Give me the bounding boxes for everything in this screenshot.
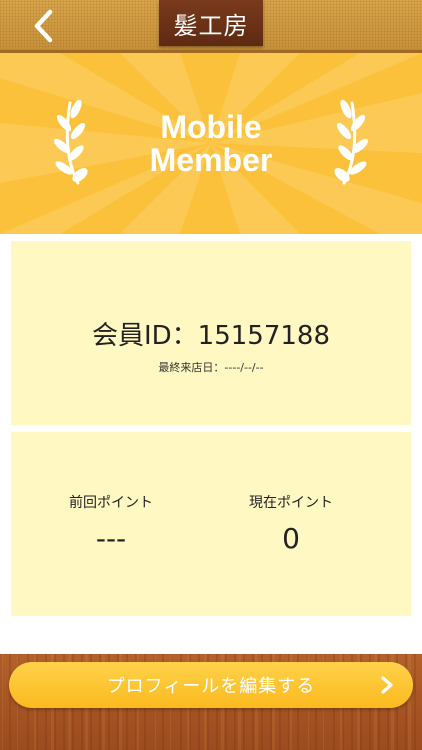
previous-points-label: 前回ポイント (69, 495, 153, 511)
member-id-card: 会員ID：15157188 最終来店日：----/--/-- (11, 241, 411, 425)
points-card: 前回ポイント --- 現在ポイント 0 (11, 432, 411, 616)
banner-line-2: Member (149, 142, 273, 178)
last-visit-text: 最終来店日：----/--/-- (11, 359, 411, 375)
previous-points-value: --- (95, 522, 127, 555)
last-visit-value: ----/--/-- (224, 361, 264, 374)
page-title: 髪工房 (173, 11, 249, 40)
current-points-label: 現在ポイント (249, 495, 333, 511)
back-button[interactable] (22, 6, 66, 46)
banner-title: Mobile Member (0, 111, 422, 177)
current-points-value: 0 (282, 522, 300, 555)
mobile-member-banner: Mobile Member (0, 53, 422, 234)
edit-profile-label: プロフィールを編集する (106, 676, 316, 697)
header-bar: 髪工房 (0, 0, 422, 53)
banner-line-1: Mobile (160, 109, 262, 145)
main-content: 会員ID：15157188 最終来店日：----/--/-- 前回ポイント --… (0, 234, 422, 654)
last-visit-label: 最終来店日： (158, 361, 225, 374)
member-id-label: 会員ID： (91, 321, 198, 351)
footer-bar: プロフィールを編集する (0, 654, 422, 750)
edit-profile-button[interactable]: プロフィールを編集する (9, 662, 413, 708)
chevron-right-icon (381, 676, 393, 694)
title-plate: 髪工房 (159, 0, 263, 46)
member-id-value: 15157188 (197, 321, 331, 351)
member-id-text: 会員ID：15157188 (11, 315, 411, 352)
chevron-left-icon (34, 9, 53, 43)
